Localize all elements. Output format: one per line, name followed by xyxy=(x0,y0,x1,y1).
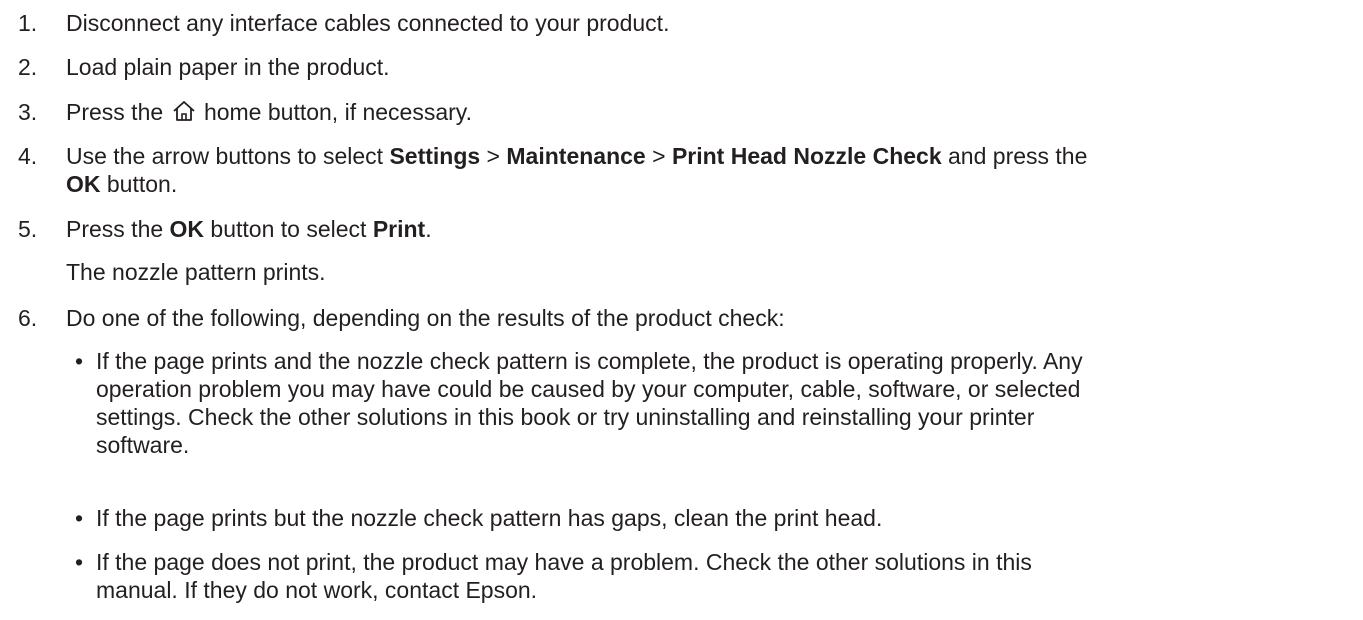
bullet-marker: • xyxy=(75,549,84,575)
step-text: Use the arrow buttons to select Settings… xyxy=(66,143,1088,197)
step-number: 5. xyxy=(18,216,38,242)
menu-print-head-nozzle-check: Print Head Nozzle Check xyxy=(671,143,942,169)
bullet-text: If the page prints and the nozzle check … xyxy=(96,348,1083,458)
step-number: 2. xyxy=(18,54,38,80)
step-text: Do one of the following, depending on th… xyxy=(66,305,785,331)
home-icon xyxy=(172,100,196,128)
bullet-marker: • xyxy=(75,505,84,531)
step-text: Load plain paper in the product. xyxy=(66,54,390,80)
ok-label: OK xyxy=(169,216,205,242)
print-label: Print xyxy=(372,216,426,242)
step-subtext: The nozzle pattern prints. xyxy=(66,259,326,285)
step-text: Press the home button, if necessary. xyxy=(66,98,1356,128)
menu-maintenance: Maintenance xyxy=(506,143,646,169)
step-text: Press the OK button to select Print. xyxy=(66,216,432,242)
step-text-post: home button, if necessary. xyxy=(203,99,472,125)
step-number: 4. xyxy=(18,143,38,169)
step-number: 1. xyxy=(18,10,38,36)
ok-label: OK xyxy=(66,171,101,197)
menu-settings: Settings xyxy=(389,143,481,169)
bullet-marker: • xyxy=(75,348,84,374)
step-number: 3. xyxy=(18,99,38,125)
bullet-text: If the page prints but the nozzle check … xyxy=(96,505,883,531)
step-text-pre: Press the xyxy=(66,99,164,125)
step-text: Disconnect any interface cables connecte… xyxy=(66,10,670,36)
step-number: 6. xyxy=(18,305,38,331)
bullet-text: If the page does not print, the product … xyxy=(96,549,1032,603)
